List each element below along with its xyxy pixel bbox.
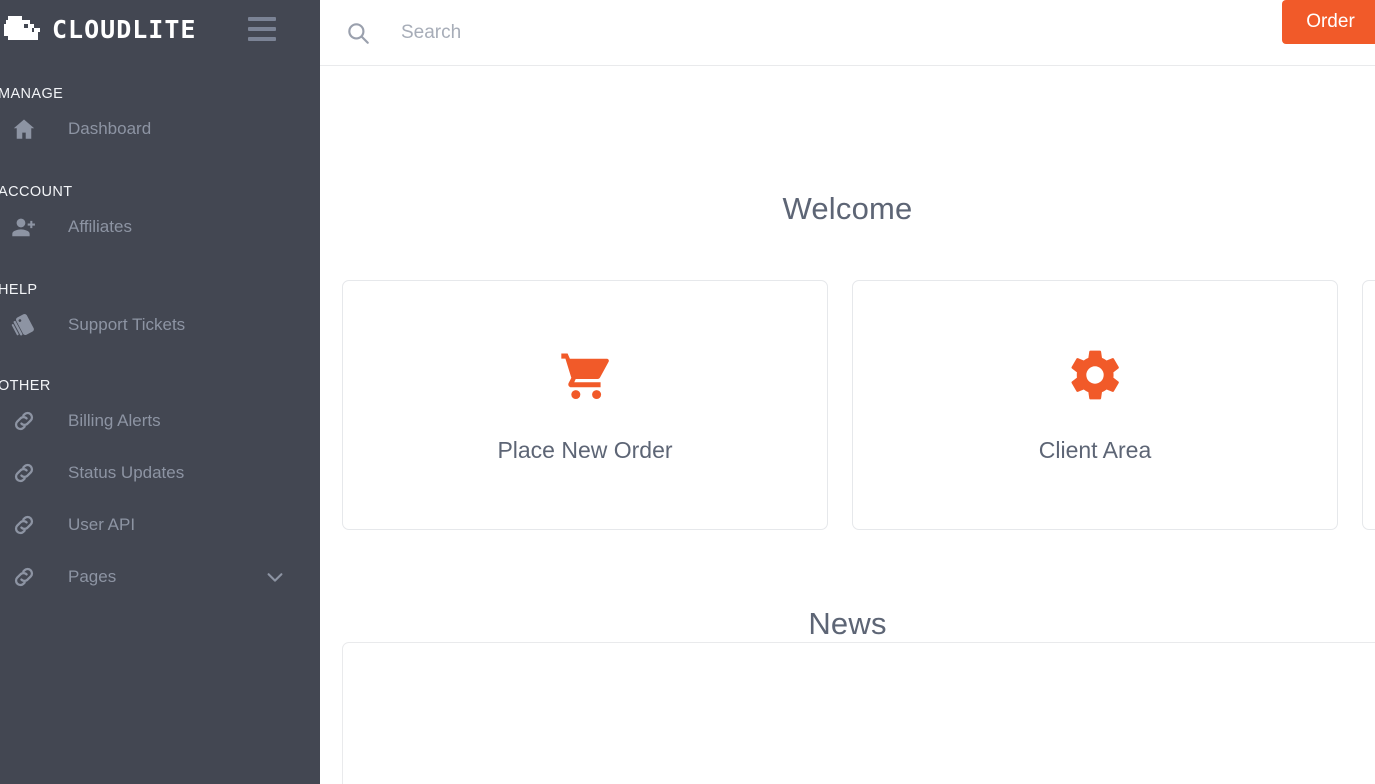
sidebar-section-help: HELP Support Tickets <box>0 281 320 351</box>
quick-action-card-client-area[interactable]: Client Area <box>852 280 1338 530</box>
sidebar-item-support-tickets[interactable]: Support Tickets <box>0 299 320 351</box>
brand-name: CLOUDLITE <box>52 14 197 44</box>
sidebar: CLOUDLITE MANAGE Dashboard ACCOUNT Affiliat… <box>0 0 320 784</box>
app-root: CLOUDLITE MANAGE Dashboard ACCOUNT Affiliat… <box>0 0 1375 784</box>
sidebar-section-title: MANAGE <box>0 86 64 102</box>
search-icon[interactable] <box>345 20 371 46</box>
sidebar-section-title: HELP <box>0 282 38 298</box>
quick-action-card-label: Place New Order <box>497 437 673 463</box>
sidebar-item-label: User API <box>68 515 136 534</box>
sidebar-item-label: Affiliates <box>68 217 132 236</box>
top-bar: Order <box>320 0 1375 66</box>
home-icon <box>8 113 40 145</box>
sidebar-item-label: Billing Alerts <box>68 411 161 430</box>
sidebar-item-label: Support Tickets <box>68 315 186 334</box>
news-card <box>342 642 1375 784</box>
sidebar-item-affiliates[interactable]: Affiliates <box>0 201 320 253</box>
sidebar-section-other: OTHER Billing Alerts Status Updates User AP… <box>0 377 320 603</box>
link-icon <box>8 509 40 541</box>
order-button[interactable]: Order <box>1282 0 1375 44</box>
sidebar-item-status-updates[interactable]: Status Updates <box>0 447 320 499</box>
link-icon <box>8 457 40 489</box>
gear-icon <box>1066 346 1124 404</box>
brand-row: CLOUDLITE <box>0 0 320 58</box>
pixel-cloud-icon <box>4 12 50 46</box>
hamburger-menu-icon[interactable] <box>248 14 282 44</box>
sidebar-item-label: Status Updates <box>68 463 185 482</box>
link-icon <box>8 561 40 593</box>
search-input[interactable] <box>401 12 1081 53</box>
sidebar-section-manage: MANAGE Dashboard <box>0 85 320 155</box>
sidebar-section-title: OTHER <box>0 378 51 394</box>
quick-action-card-card-3[interactable] <box>1362 280 1375 530</box>
sidebar-item-label: Pages <box>68 567 117 586</box>
sidebar-section-account: ACCOUNT Affiliates <box>0 183 320 253</box>
main-area: Order Welcome Place New Order Client Area… <box>320 0 1375 784</box>
quick-action-card-label: Client Area <box>1038 437 1152 463</box>
person-add-icon <box>8 211 40 243</box>
sidebar-section-title: ACCOUNT <box>0 184 73 200</box>
link-icon <box>8 405 40 437</box>
content-area: Welcome Place New Order Client Area News <box>320 191 1375 784</box>
sidebar-item-pages[interactable]: Pages <box>0 551 320 603</box>
shopping-cart-icon <box>556 346 614 404</box>
sidebar-item-user-api[interactable]: User API <box>0 499 320 551</box>
chevron-down-icon[interactable] <box>264 566 286 588</box>
sidebar-sections: MANAGE Dashboard ACCOUNT Affiliates HELP Supp… <box>0 85 320 603</box>
sidebar-item-dashboard[interactable]: Dashboard <box>0 103 320 155</box>
page-title-welcome: Welcome <box>782 191 913 226</box>
quick-action-card-place-new-order[interactable]: Place New Order <box>342 280 828 530</box>
sidebar-item-label: Dashboard <box>68 119 152 138</box>
page-title-news: News <box>808 606 887 641</box>
order-button-label: Order <box>1306 11 1355 32</box>
tickets-icon <box>8 309 40 341</box>
quick-action-card-row: Place New Order Client Area <box>320 280 1375 530</box>
sidebar-item-billing-alerts[interactable]: Billing Alerts <box>0 395 320 447</box>
